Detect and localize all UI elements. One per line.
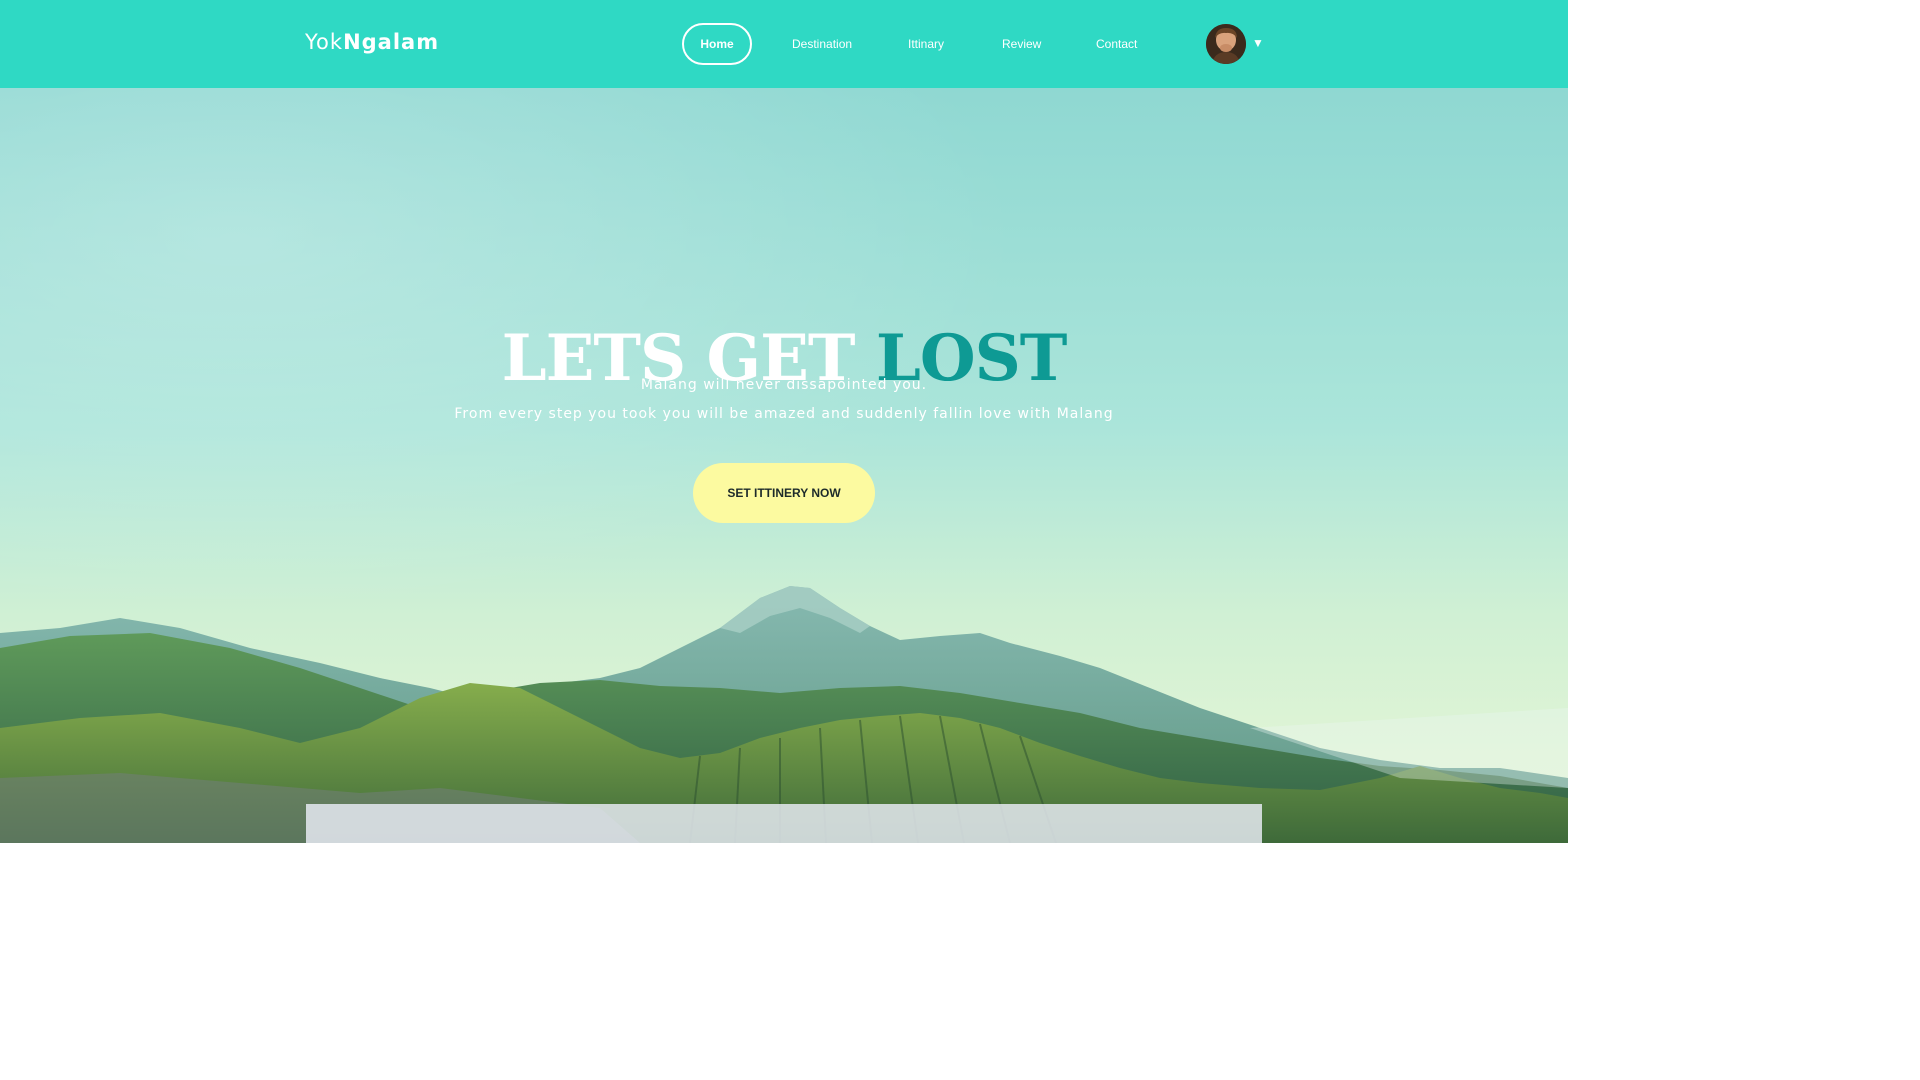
hero-subtitle-line1: Malang will never dissapointed you. [640, 377, 928, 393]
set-itinerary-button[interactable]: SET ITTINERY NOW [693, 463, 875, 523]
top-navbar: YokNgalam Home Destination Ittinary Revi… [0, 0, 1568, 88]
hero-section: LETS GET LOST Malang will never dissapoi… [0, 88, 1568, 843]
nav-item-destination[interactable]: Destination [792, 23, 852, 65]
nav-item-contact[interactable]: Contact [1096, 23, 1137, 65]
nav-item-home[interactable]: Home [682, 23, 752, 65]
logo-bold-text: Ngalam [343, 30, 440, 54]
nav-item-ittinary[interactable]: Ittinary [908, 23, 944, 65]
chevron-down-icon[interactable]: ▼ [1252, 35, 1264, 51]
user-avatar[interactable] [1206, 24, 1246, 64]
avatar-icon [1206, 24, 1246, 64]
brand-logo[interactable]: YokNgalam [305, 30, 439, 54]
nav-item-review[interactable]: Review [1002, 23, 1041, 65]
content-panel [306, 804, 1262, 843]
hero-subtitle-line2: From every step you took you will be ama… [454, 406, 1114, 422]
logo-light-text: Yok [305, 30, 344, 54]
landing-page: YokNgalam Home Destination Ittinary Revi… [0, 0, 1568, 882]
